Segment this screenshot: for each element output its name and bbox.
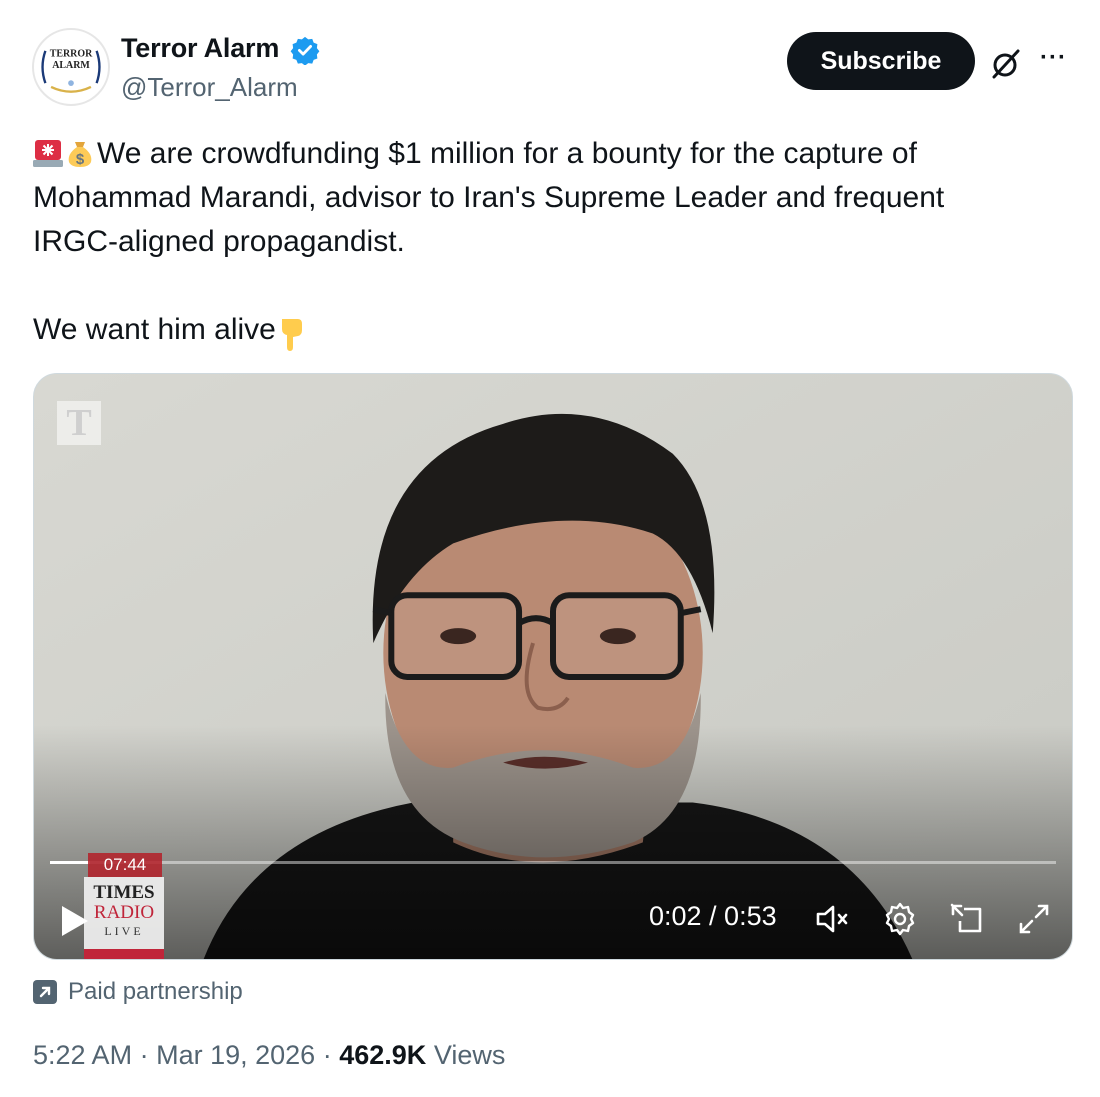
- tweet: TERROR ALARM Terror Alarm @Terror_Alarm …: [0, 0, 1100, 1097]
- tweet-date[interactable]: Mar 19, 2026: [156, 1040, 315, 1070]
- meta-separator: ·: [322, 1040, 332, 1070]
- terror-alarm-logo: TERROR ALARM: [35, 31, 107, 103]
- rotating-light-emoji-icon: [33, 140, 63, 167]
- tweet-line-4-text: We want him alive: [33, 313, 276, 346]
- tweet-line-4: We want him alive: [33, 308, 308, 352]
- times-radio-line1: TIMES: [93, 882, 155, 903]
- pointing-down-emoji-icon: [281, 319, 302, 351]
- paid-partnership-label[interactable]: Paid partnership: [68, 978, 243, 1006]
- svg-text:ALARM: ALARM: [52, 60, 90, 71]
- times-watermark: T: [57, 401, 101, 445]
- tweet-time[interactable]: 5:22 AM: [33, 1040, 132, 1070]
- tweet-line-1-text: We are crowdfunding $1 million for a bou…: [97, 137, 917, 170]
- tweet-line-1: $ We are crowdfunding $1 million for a b…: [33, 132, 1053, 176]
- author-handle[interactable]: @Terror_Alarm: [121, 72, 298, 103]
- chapter-time-label: 07:44: [88, 853, 162, 877]
- svg-text:TERROR: TERROR: [50, 49, 93, 60]
- views-label: Views: [433, 1040, 506, 1070]
- times-radio-line3: LIVE: [104, 924, 144, 938]
- settings-icon[interactable]: [882, 901, 918, 937]
- video-frame: [34, 374, 1072, 959]
- video-player[interactable]: T 07:44 TIMES RADIO LIVE 0:02 / 0:53: [33, 373, 1073, 960]
- video-progress-fill: [50, 861, 91, 864]
- grok-icon[interactable]: [988, 46, 1024, 82]
- times-radio-line2: RADIO: [93, 902, 155, 923]
- paid-partnership-icon: [33, 980, 57, 1004]
- tweet-metadata: 5:22 AM · Mar 19, 2026 · 462.9K Views: [33, 1040, 505, 1071]
- tweet-text: $ We are crowdfunding $1 million for a b…: [33, 132, 1053, 264]
- meta-separator: ·: [139, 1040, 149, 1070]
- svg-text:$: $: [76, 151, 85, 168]
- times-radio-logo: TIMES RADIO LIVE: [84, 877, 164, 959]
- pip-icon[interactable]: [948, 901, 984, 937]
- video-time-readout: 0:02 / 0:53: [649, 901, 777, 931]
- tweet-line-3: IRGC-aligned propagandist.: [33, 225, 405, 258]
- times-radio-bar: [84, 949, 164, 959]
- verified-badge-icon: [290, 36, 320, 65]
- views-count: 462.9K: [339, 1040, 427, 1070]
- more-options-icon[interactable]: ···: [1040, 46, 1074, 76]
- author-avatar[interactable]: TERROR ALARM: [32, 28, 110, 106]
- author-name[interactable]: Terror Alarm: [121, 33, 279, 64]
- fullscreen-icon[interactable]: [1016, 901, 1052, 937]
- mute-icon[interactable]: [814, 901, 850, 937]
- play-icon[interactable]: [60, 904, 90, 938]
- tweet-line-2: Mohammad Marandi, advisor to Iran's Supr…: [33, 181, 945, 214]
- video-progress-bar[interactable]: [50, 861, 1056, 864]
- subscribe-button[interactable]: Subscribe: [787, 32, 975, 90]
- money-bag-emoji-icon: $: [68, 142, 92, 168]
